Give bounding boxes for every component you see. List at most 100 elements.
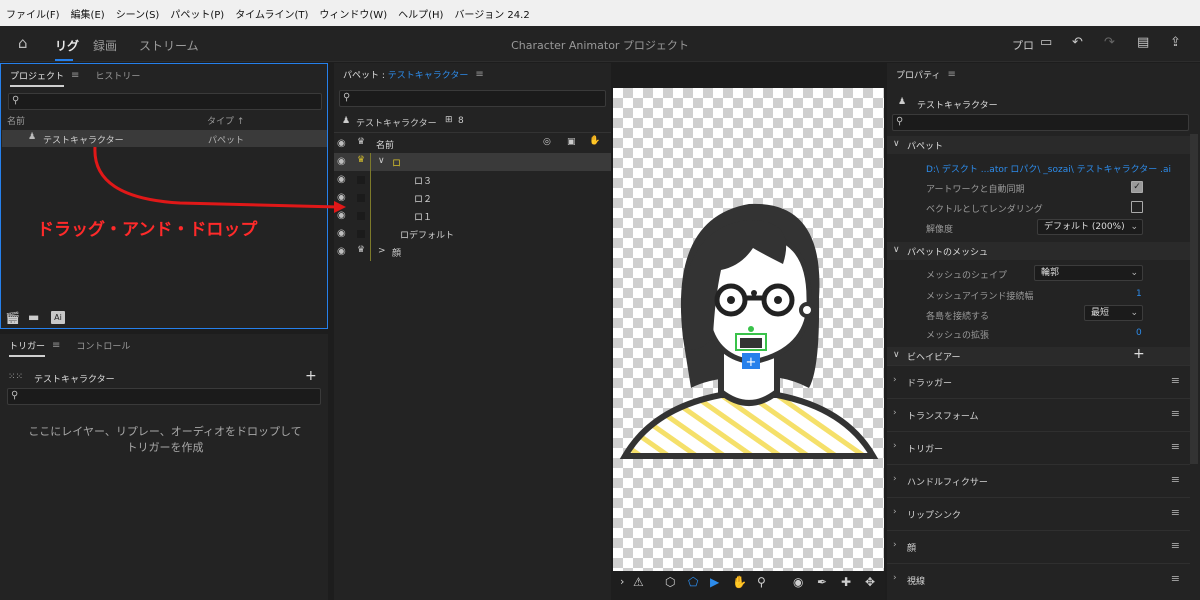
visibility-icon[interactable]: ◉ bbox=[337, 174, 346, 185]
tree-line bbox=[370, 243, 371, 261]
properties-search-input[interactable]: ⚲ bbox=[892, 114, 1189, 131]
mesh-tool-icon[interactable]: ⬠ bbox=[688, 575, 698, 589]
section-mesh-label: パペットのメッシュ bbox=[907, 248, 989, 258]
project-search-input[interactable]: ⚲ bbox=[8, 93, 322, 110]
col-type-header[interactable]: タイプ ↑ bbox=[207, 114, 244, 127]
project-item-row[interactable]: ♟ テストキャラクター パペット bbox=[2, 130, 327, 147]
tab-project[interactable]: プロジェクト bbox=[10, 69, 65, 87]
layer-row[interactable]: ◉ ロ１ bbox=[334, 207, 611, 225]
puppet-search-input[interactable]: ⚲ bbox=[339, 90, 606, 107]
behavior-menu-icon[interactable]: ≡ bbox=[1171, 539, 1180, 552]
mesh-shape-dropdown[interactable]: 輪郭 ⌄ bbox=[1034, 265, 1143, 281]
warning-icon[interactable]: ⚠ bbox=[633, 575, 644, 589]
visibility-icon[interactable]: ◉ bbox=[337, 192, 346, 203]
scene-canvas[interactable]: + bbox=[613, 88, 884, 571]
trigger-panel: トリガー ≡ コントロール ⁙⁙ テストキャラクター + ⚲ ここにレイヤー、リ… bbox=[0, 334, 328, 600]
behavior-menu-icon[interactable]: ≡ bbox=[1171, 572, 1180, 585]
layer-row[interactable]: ◉ ♛ > 顔 bbox=[334, 243, 611, 261]
origin-tool-icon[interactable]: ◉ bbox=[793, 575, 803, 589]
hand-icon[interactable]: ✋ bbox=[589, 136, 600, 146]
scrollbar[interactable] bbox=[1190, 134, 1198, 464]
resolution-label: 解像度 bbox=[926, 225, 954, 235]
pin-tool-icon[interactable]: ✚ bbox=[841, 575, 851, 589]
behavior-menu-icon[interactable]: ≡ bbox=[1171, 506, 1180, 519]
panel-menu-icon[interactable]: ≡ bbox=[52, 340, 60, 351]
layer-row[interactable]: ◉ ♛ ∨ ロ bbox=[334, 153, 611, 171]
chevron-icon[interactable]: > bbox=[378, 246, 386, 256]
tab-control[interactable]: コントロール bbox=[76, 339, 130, 352]
visibility-icon[interactable]: ◉ bbox=[337, 210, 346, 221]
menu-item[interactable]: シーン(S) bbox=[116, 6, 160, 21]
menu-item[interactable]: ウィンドウ(W) bbox=[319, 6, 387, 21]
redo-icon[interactable]: ↷ bbox=[1104, 35, 1115, 50]
hand-tool-icon[interactable]: ✋ bbox=[732, 575, 747, 589]
dragger-tool-icon[interactable]: ⬡ bbox=[665, 575, 675, 589]
visibility-icon[interactable]: ◉ bbox=[337, 156, 346, 167]
chevron-down-icon: ⌄ bbox=[1130, 268, 1138, 278]
pro-label[interactable]: プロ bbox=[1012, 37, 1034, 53]
pen-tool-icon[interactable]: ✒ bbox=[817, 575, 827, 589]
layer-row[interactable]: ◉ ロ２ bbox=[334, 189, 611, 207]
behavior-menu-icon[interactable]: ≡ bbox=[1171, 473, 1180, 486]
visibility-icon[interactable]: ◉ bbox=[337, 228, 346, 239]
behavior-menu-icon[interactable]: ≡ bbox=[1171, 374, 1180, 387]
panel-menu-icon[interactable]: ≡ bbox=[71, 70, 79, 81]
behavior-menu-icon[interactable]: ≡ bbox=[1171, 440, 1180, 453]
menu-item[interactable]: ヘルプ(H) bbox=[398, 6, 443, 21]
col-name-header[interactable]: 名前 bbox=[7, 114, 25, 127]
trigger-puppet-name: テストキャラクター bbox=[34, 375, 115, 385]
visibility-icon[interactable]: ◉ bbox=[337, 138, 346, 149]
layer-name: ロ３ bbox=[414, 177, 433, 187]
share-icon[interactable]: ⇪ bbox=[1170, 35, 1181, 50]
tab-trigger[interactable]: トリガー bbox=[9, 339, 46, 357]
connect-islands-label: 各島を接続する bbox=[926, 312, 990, 322]
comment-icon[interactable]: ▤ bbox=[1137, 35, 1149, 50]
behavior-row[interactable]: › ハンドルフィクサー ≡ bbox=[887, 464, 1190, 496]
expand-chevron-icon[interactable]: › bbox=[620, 575, 624, 588]
behavior-row[interactable]: › 顔 ≡ bbox=[887, 530, 1190, 562]
behavior-row[interactable]: › トリガー ≡ bbox=[887, 431, 1190, 463]
zoom-tool-icon[interactable]: ⚲ bbox=[757, 575, 766, 589]
menu-item[interactable]: パペット(P) bbox=[170, 6, 224, 21]
panel-layout-icon[interactable]: ▭ bbox=[1040, 35, 1052, 50]
vector-render-checkbox[interactable] bbox=[1131, 201, 1143, 213]
grid-icon: ⁙⁙ bbox=[8, 372, 24, 382]
illustrator-icon[interactable]: Ai bbox=[51, 311, 65, 324]
panel-menu-icon[interactable]: ≡ bbox=[947, 69, 955, 80]
handle-tool-icon[interactable]: ✥ bbox=[865, 575, 875, 589]
panel-menu-icon[interactable]: ≡ bbox=[475, 69, 483, 80]
artwork-sync-checkbox[interactable]: ✓ bbox=[1131, 181, 1143, 193]
connect-islands-dropdown[interactable]: 最短 ⌄ bbox=[1084, 305, 1143, 321]
undo-icon[interactable]: ↶ bbox=[1072, 35, 1083, 50]
layer-row[interactable]: ◉ ロ３ bbox=[334, 171, 611, 189]
menu-item[interactable]: バージョン 24.2 bbox=[454, 6, 529, 21]
layer-row[interactable]: ◉ ロデフォルト bbox=[334, 225, 611, 243]
section-behavior-label: ビヘイビアー bbox=[907, 353, 961, 363]
behavior-name: 顔 bbox=[907, 544, 917, 554]
puppet-path-link[interactable]: D:\ デスクト ...ator ロパク\ _sozai\ テストキャラクター … bbox=[926, 162, 1171, 175]
menu-item[interactable]: 編集(E) bbox=[71, 6, 105, 21]
layer-name: ロ bbox=[392, 159, 402, 169]
chevron-icon[interactable]: ∨ bbox=[378, 156, 385, 166]
behavior-row[interactable]: › トランスフォーム ≡ bbox=[887, 398, 1190, 430]
behavior-menu-icon[interactable]: ≡ bbox=[1171, 407, 1180, 420]
tab-history[interactable]: ヒストリー bbox=[95, 69, 140, 82]
add-behavior-icon[interactable]: + bbox=[1133, 346, 1145, 362]
camera-icon[interactable]: ▣ bbox=[567, 137, 576, 147]
island-width-value[interactable]: 1 bbox=[1136, 289, 1142, 299]
select-tool-icon[interactable]: ▶ bbox=[710, 575, 719, 589]
behavior-row[interactable]: › ドラッガー ≡ bbox=[887, 365, 1190, 397]
menu-item[interactable]: タイムライン(T) bbox=[235, 6, 308, 21]
behavior-row[interactable]: › リップシンク ≡ bbox=[887, 497, 1190, 529]
record-icon[interactable]: ◎ bbox=[543, 137, 551, 147]
chevron-right-icon: › bbox=[893, 507, 897, 517]
resolution-dropdown[interactable]: デフォルト (200%) ⌄ bbox=[1037, 219, 1143, 235]
trigger-search-input[interactable]: ⚲ bbox=[7, 388, 321, 405]
add-trigger-icon[interactable]: + bbox=[305, 368, 317, 384]
mesh-expand-value[interactable]: 0 bbox=[1136, 328, 1142, 338]
new-scene-icon[interactable]: 🎬︎ bbox=[5, 311, 20, 325]
menu-item[interactable]: ファイル(F) bbox=[6, 6, 60, 21]
visibility-icon[interactable]: ◉ bbox=[337, 246, 346, 257]
behavior-row[interactable]: › 視線 ≡ bbox=[887, 563, 1190, 595]
folder-icon[interactable]: ▬ bbox=[28, 310, 39, 324]
